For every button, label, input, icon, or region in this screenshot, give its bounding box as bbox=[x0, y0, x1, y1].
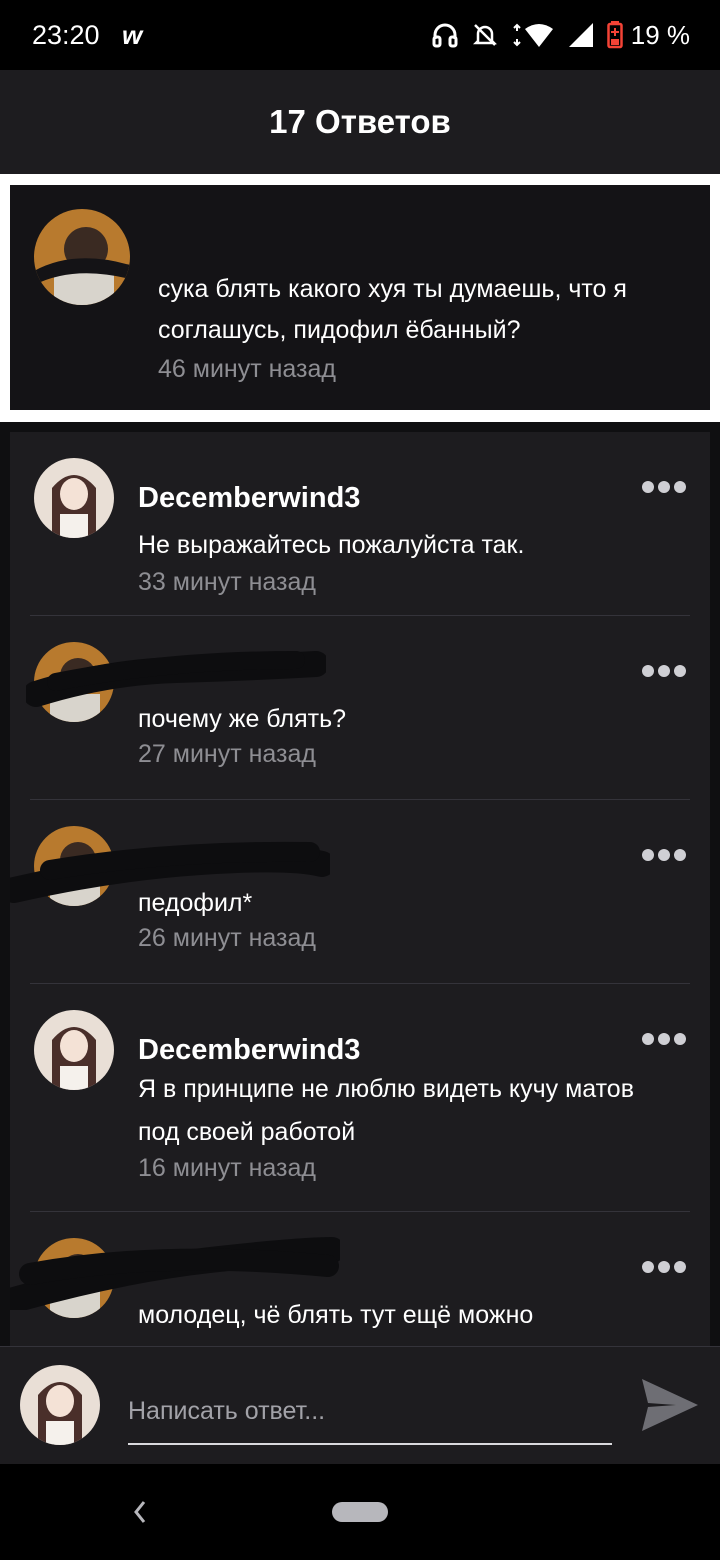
system-nav-bar bbox=[0, 1464, 720, 1560]
more-options-button[interactable] bbox=[642, 478, 686, 496]
status-icons: 19 % bbox=[431, 18, 690, 52]
headphones-icon bbox=[432, 23, 458, 48]
avatar[interactable] bbox=[34, 458, 114, 538]
battery-icon bbox=[606, 21, 623, 49]
reply-text: Не выражайтесь пожалуйста так. bbox=[138, 531, 525, 559]
page-title: 17 Ответов bbox=[269, 103, 451, 140]
list-item[interactable]: Decemberwind3 Я в принципе не люблю виде… bbox=[10, 984, 710, 1212]
reply-time: 26 минут назад bbox=[138, 924, 316, 952]
reply-text: почему же блять? bbox=[138, 705, 347, 733]
more-options-button[interactable] bbox=[642, 846, 686, 864]
list-item[interactable]: педофил* 26 минут назад bbox=[10, 800, 710, 984]
reply-text: молодец, чё блять тут ещё можно bbox=[138, 1301, 534, 1329]
compose-bar bbox=[0, 1346, 720, 1464]
parent-comment-text: сука блять какого хуя ты думаешь, что я … bbox=[158, 275, 627, 344]
back-icon[interactable] bbox=[128, 1492, 152, 1532]
reply-author[interactable]: Decemberwind3 bbox=[138, 482, 360, 515]
avatar[interactable] bbox=[34, 209, 130, 305]
send-icon bbox=[642, 1379, 698, 1431]
bell-off-icon bbox=[472, 24, 497, 46]
reply-time: 33 минут назад bbox=[138, 568, 316, 596]
app-notification-icon: w bbox=[122, 20, 143, 50]
list-item[interactable]: молодец, чё блять тут ещё можно bbox=[10, 1212, 710, 1346]
avatar bbox=[20, 1365, 100, 1445]
list-item[interactable]: Decemberwind3 Не выражайтесь пожалуйста … bbox=[10, 432, 710, 616]
parent-comment-frame: сука блять какого хуя ты думаешь, что я … bbox=[0, 174, 720, 422]
avatar[interactable] bbox=[34, 1010, 114, 1090]
replies-header: 17 Ответов bbox=[0, 70, 720, 174]
status-time: 23:20 bbox=[32, 20, 100, 50]
more-options-button[interactable] bbox=[642, 1258, 686, 1276]
parent-comment-time: 46 минут назад bbox=[158, 355, 336, 383]
home-button[interactable] bbox=[332, 1502, 388, 1522]
send-button[interactable] bbox=[640, 1377, 700, 1433]
reply-text: Я в принципе не люблю видеть кучу матов … bbox=[138, 1075, 634, 1146]
cell-signal-icon bbox=[568, 23, 593, 47]
reply-author[interactable]: Decemberwind3 bbox=[138, 1034, 360, 1067]
reply-input[interactable] bbox=[128, 1379, 612, 1445]
parent-comment[interactable]: сука блять какого хуя ты думаешь, что я … bbox=[10, 185, 710, 410]
reply-time: 16 минут назад bbox=[138, 1154, 316, 1182]
more-options-button[interactable] bbox=[642, 1030, 686, 1048]
list-item[interactable]: почему же блять? 27 минут назад bbox=[10, 616, 710, 800]
reply-time: 27 минут назад bbox=[138, 740, 316, 768]
wifi-icon bbox=[513, 23, 553, 47]
replies-list[interactable]: Decemberwind3 Не выражайтесь пожалуйста … bbox=[0, 422, 720, 1346]
battery-percent: 19 % bbox=[630, 19, 690, 50]
more-options-button[interactable] bbox=[642, 662, 686, 680]
status-bar: 23:20 w 19 % bbox=[0, 0, 720, 70]
reply-text: педофил* bbox=[138, 889, 253, 917]
